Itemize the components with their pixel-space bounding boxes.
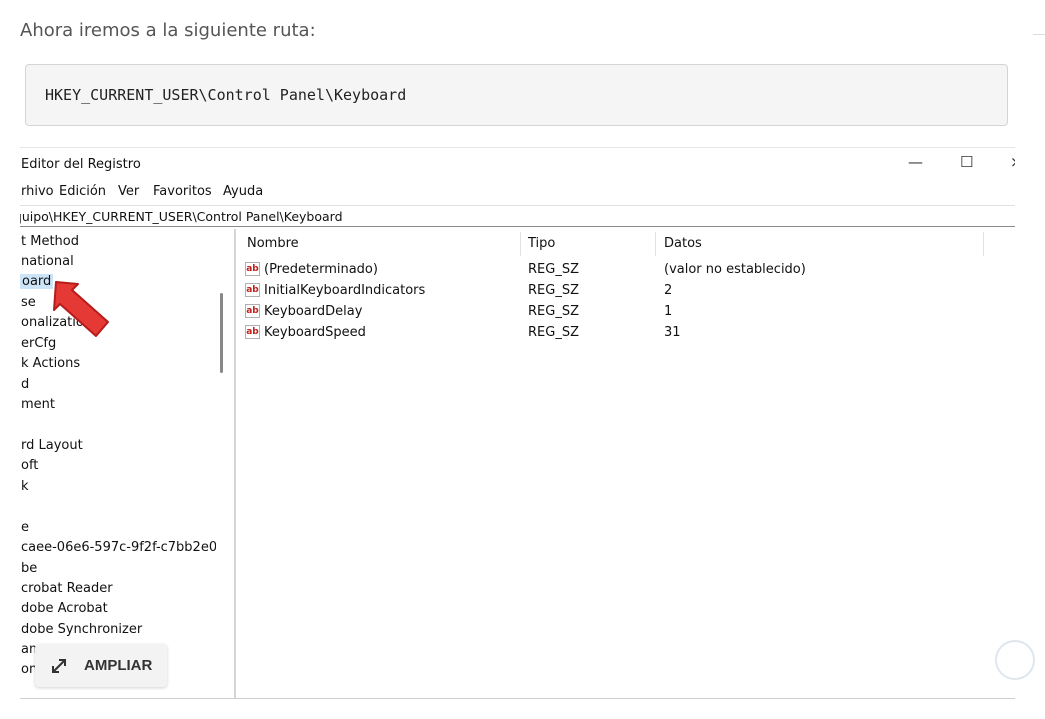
tree-item[interactable]: e xyxy=(21,520,29,535)
string-value-icon: ab xyxy=(245,262,260,276)
string-value-icon: ab xyxy=(245,304,260,318)
value-name: KeyboardSpeed xyxy=(264,325,366,340)
string-value-icon: ab xyxy=(245,325,260,339)
edge-divider xyxy=(1033,34,1045,35)
value-type: REG_SZ xyxy=(528,283,579,298)
value-row[interactable]: ab InitialKeyboardIndicators REG_SZ 2 xyxy=(238,282,998,302)
menu-ayuda[interactable]: Ayuda xyxy=(223,184,263,199)
value-name: KeyboardDelay xyxy=(264,304,363,319)
column-header-type[interactable]: Tipo xyxy=(528,236,555,251)
maximize-button[interactable]: ☐ xyxy=(960,153,973,171)
menu-archivo[interactable]: rhivo xyxy=(21,184,54,199)
window-bottom-border xyxy=(20,698,1015,699)
close-button[interactable]: × xyxy=(1010,153,1015,171)
value-data: (valor no establecido) xyxy=(664,262,806,277)
value-type: REG_SZ xyxy=(528,325,579,340)
tree-scrollbar[interactable] xyxy=(218,229,226,679)
value-type: REG_SZ xyxy=(528,304,579,319)
intro-text: Ahora iremos a la siguiente ruta: xyxy=(20,20,316,41)
title-bar: Editor del Registro — ☐ × xyxy=(20,148,1015,180)
values-list: Nombre Tipo Datos ab (Predeterminado) RE… xyxy=(238,229,1015,699)
ampliar-label: AMPLIAR xyxy=(84,657,153,674)
tree-item[interactable]: caee-06e6-597c-9f2f-c7bb2e094 xyxy=(21,540,216,555)
tree-item[interactable]: national xyxy=(21,254,74,269)
corner-widget[interactable] xyxy=(995,640,1035,680)
registry-editor-screenshot: Editor del Registro — ☐ × rhivo Edición … xyxy=(20,147,1015,700)
tree-item[interactable]: d xyxy=(21,377,29,392)
value-name: InitialKeyboardIndicators xyxy=(264,283,426,298)
value-data: 2 xyxy=(664,283,673,298)
value-name: (Predeterminado) xyxy=(264,262,378,277)
tree-item[interactable]: k Actions xyxy=(21,356,80,371)
menu-edicion[interactable]: Edición xyxy=(59,184,106,199)
red-pointer-arrow-icon xyxy=(53,281,109,337)
window-title: Editor del Registro xyxy=(21,157,141,172)
tree-item[interactable]: k xyxy=(21,479,29,494)
tree-item[interactable]: be xyxy=(21,561,37,576)
tree-item[interactable]: oft xyxy=(21,458,38,473)
column-divider[interactable] xyxy=(655,232,656,256)
value-data: 1 xyxy=(664,304,673,319)
value-data: 31 xyxy=(664,325,681,340)
value-type: REG_SZ xyxy=(528,262,579,277)
menu-ver[interactable]: Ver xyxy=(118,184,139,199)
string-value-icon: ab xyxy=(245,283,260,297)
tree-item[interactable]: crobat Reader xyxy=(21,581,113,596)
column-header-name[interactable]: Nombre xyxy=(247,236,299,251)
code-block: HKEY_CURRENT_USER\Control Panel\Keyboard xyxy=(25,64,1008,126)
scrollbar-thumb[interactable] xyxy=(220,293,223,373)
tree-item[interactable]: t Method xyxy=(21,234,79,249)
code-path: HKEY_CURRENT_USER\Control Panel\Keyboard xyxy=(45,86,407,104)
value-row[interactable]: ab KeyboardSpeed REG_SZ 31 xyxy=(238,324,998,344)
column-divider[interactable] xyxy=(983,232,984,256)
tree-item[interactable]: se xyxy=(21,295,36,310)
ampliar-button[interactable]: AMPLIAR xyxy=(35,644,167,687)
expand-arrows-icon xyxy=(52,659,66,673)
tree-item[interactable]: rd Layout xyxy=(21,438,83,453)
value-row[interactable]: ab (Predeterminado) REG_SZ (valor no est… xyxy=(238,261,998,281)
tree-item[interactable]: ment xyxy=(21,397,55,412)
address-text: Equipo\HKEY_CURRENT_USER\Control Panel\K… xyxy=(20,209,343,224)
value-row[interactable]: ab KeyboardDelay REG_SZ 1 xyxy=(238,303,998,323)
pane-splitter[interactable] xyxy=(234,229,236,699)
tree-item[interactable]: dobe Synchronizer xyxy=(21,622,142,637)
address-bar[interactable]: Equipo\HKEY_CURRENT_USER\Control Panel\K… xyxy=(20,205,1015,227)
column-header-data[interactable]: Datos xyxy=(664,236,702,251)
minimize-button[interactable]: — xyxy=(908,153,923,171)
menu-favoritos[interactable]: Favoritos xyxy=(153,184,212,199)
column-divider[interactable] xyxy=(520,232,521,256)
tree-item[interactable]: dobe Acrobat xyxy=(21,601,108,616)
